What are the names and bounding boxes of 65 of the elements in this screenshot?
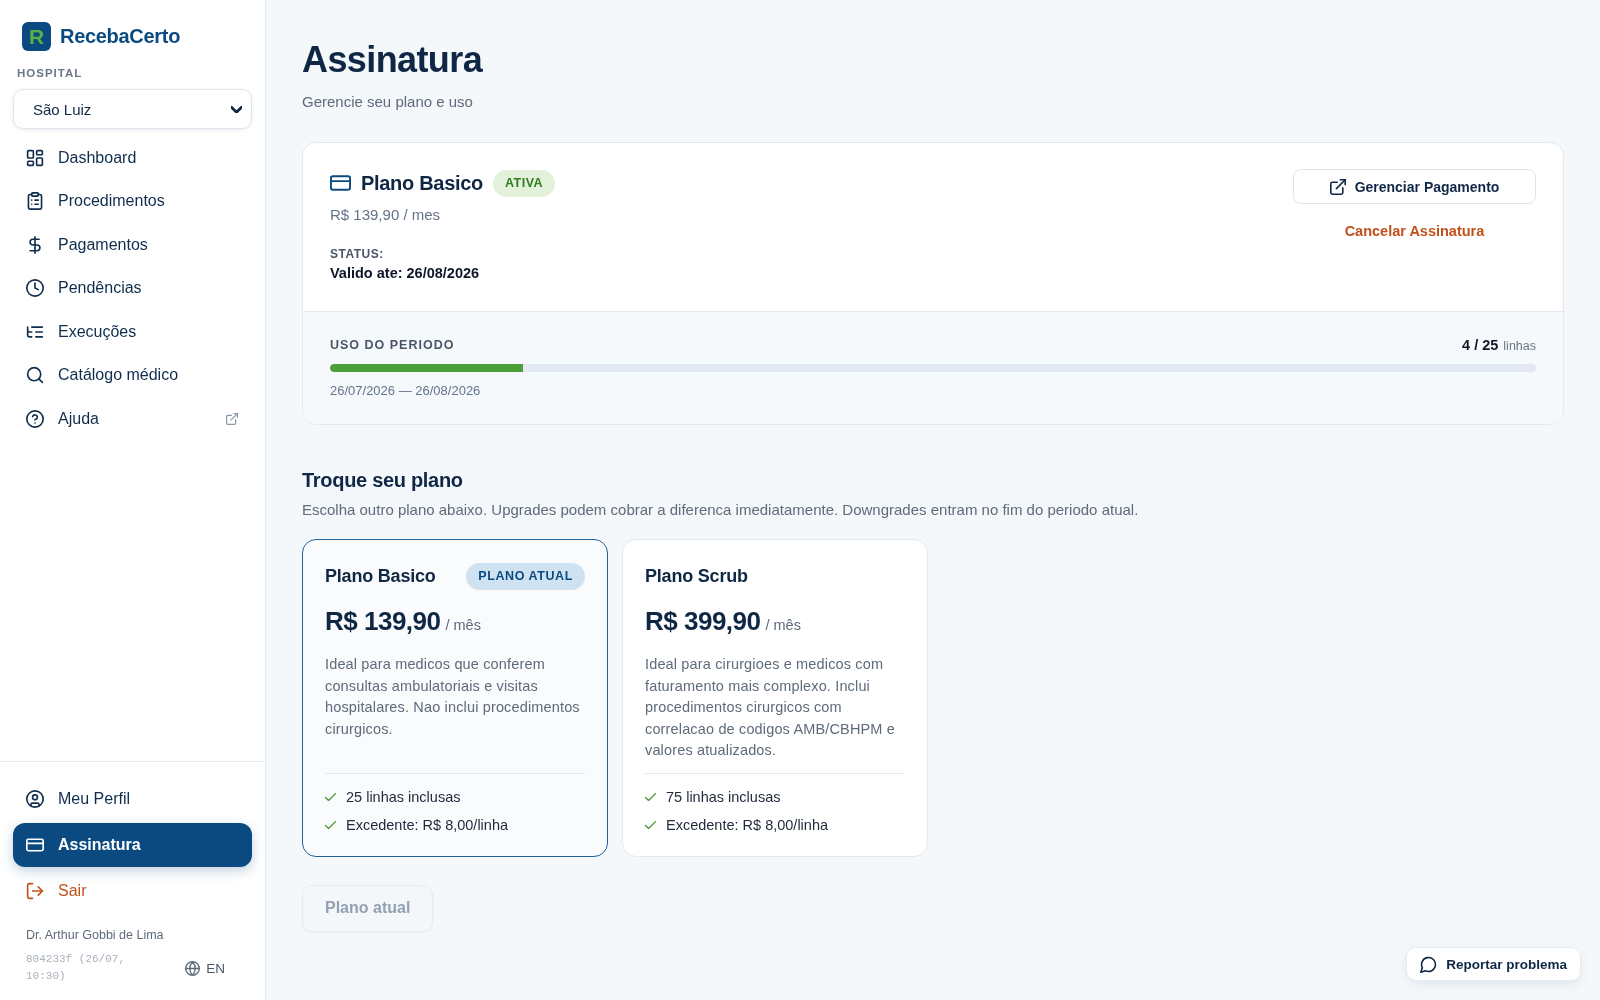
current-plan-badge: PLANO ATUAL <box>466 562 585 590</box>
plan-price: R$ 399,90 <box>645 605 761 637</box>
status-value: Valido ate: 26/08/2026 <box>330 264 481 283</box>
sidebar-nav-item[interactable]: Assinatura <box>13 822 252 867</box>
cancel-subscription-link[interactable]: Cancelar Assinatura <box>1344 221 1485 241</box>
globe-icon[interactable] <box>185 960 201 976</box>
sidebar-nav-item[interactable]: Ajuda <box>13 397 252 441</box>
page-subtitle: Gerencie seu plano e uso <box>302 92 474 112</box>
plan-feature: Excedente: R$ 8,00/linha <box>666 815 829 835</box>
help-icon <box>26 409 44 428</box>
user-name: Dr. Arthur Gobbi de Lima <box>25 926 165 943</box>
search-icon <box>26 366 44 385</box>
plan-description: Ideal para medicos que conferem consultas ambulatoriais e visitas hospitalares. Nao inclui procedimentos cirurgicos. <box>325 655 581 739</box>
check-icon <box>325 820 336 829</box>
build-version: 804233f (26/07, 10:30) <box>26 952 127 984</box>
sidebar-nav-item[interactable]: Execuções <box>13 310 252 354</box>
plan-feature: 75 linhas inclusas <box>666 787 781 807</box>
dollar-icon <box>26 235 44 254</box>
external-link-icon <box>1329 178 1346 195</box>
plan-feature: 25 linhas inclusas <box>346 787 461 807</box>
manage-payment-button[interactable]: Gerenciar Pagamento <box>1293 169 1536 204</box>
sidebar-nav-item[interactable]: Pendências <box>13 266 252 310</box>
check-icon <box>325 792 336 801</box>
sidebar-nav-item[interactable]: Meu Perfil <box>13 777 252 820</box>
brand-name: RecebaCerto <box>60 25 181 48</box>
user-circle-icon <box>26 789 44 808</box>
logout-icon <box>26 881 44 900</box>
status-label: STATUS: <box>330 246 385 263</box>
report-problem-button[interactable]: Reportar problema <box>1406 947 1581 981</box>
check-icon <box>645 820 656 829</box>
plan-period: / mês <box>765 616 801 635</box>
usage-period: 26/07/2026 — 26/08/2026 <box>330 382 482 400</box>
check-icon <box>645 792 656 801</box>
language-link[interactable]: EN <box>206 960 225 976</box>
plan-card[interactable] <box>302 539 608 857</box>
chat-bubble-icon <box>1420 955 1438 973</box>
usage-unit: linhas <box>1503 339 1536 353</box>
plan-name: Plano Basico <box>361 171 483 195</box>
plan-name: Plano Basico <box>325 565 436 587</box>
clipboard-icon <box>26 192 44 211</box>
hospital-label: HOSPITAL <box>16 66 84 81</box>
plan-price: R$ 139,90 / mes <box>330 205 442 225</box>
sidebar-nav-item[interactable]: Sair <box>13 869 252 912</box>
clock-icon <box>26 279 44 298</box>
usage-label: USO DO PERIODO <box>330 338 455 352</box>
plan-period: / mês <box>445 616 481 635</box>
plan-name: Plano Scrub <box>645 565 748 587</box>
section-title: Troque seu plano <box>302 468 464 493</box>
sidebar-nav-item[interactable]: Pagamentos <box>13 223 252 267</box>
hospital-select[interactable]: São Luiz <box>13 89 252 129</box>
usage-count: 4 / 25 <box>1462 337 1499 353</box>
sidebar-nav-item[interactable]: Procedimentos <box>13 179 252 223</box>
logo-mark: R <box>22 22 51 51</box>
credit-card-icon <box>26 835 44 854</box>
sidebar-nav-item[interactable]: Dashboard <box>13 136 252 180</box>
sidebar-nav-item[interactable]: Catálogo médico <box>13 353 252 397</box>
page-title: Assinatura <box>302 38 484 82</box>
credit-card-icon <box>330 175 351 191</box>
plan-feature: Excedente: R$ 8,00/linha <box>346 815 509 835</box>
chevron-down-icon <box>231 105 242 113</box>
plan-description: Ideal para cirurgioes e medicos com faturamento mais complexo. Inclui procedimentos cirurgicos com correlacao de codigos AMB/CBHPM e valores atualizados. <box>645 655 896 760</box>
plan-price: R$ 139,90 <box>325 605 441 637</box>
dashboard-grid-icon <box>26 148 44 167</box>
section-description: Escolha outro plano abaixo. Upgrades podem cobrar a diferenca imediatamente. Downgrades entram no fim do periodo atual. <box>302 500 1140 520</box>
status-badge: ATIVA <box>493 169 556 197</box>
